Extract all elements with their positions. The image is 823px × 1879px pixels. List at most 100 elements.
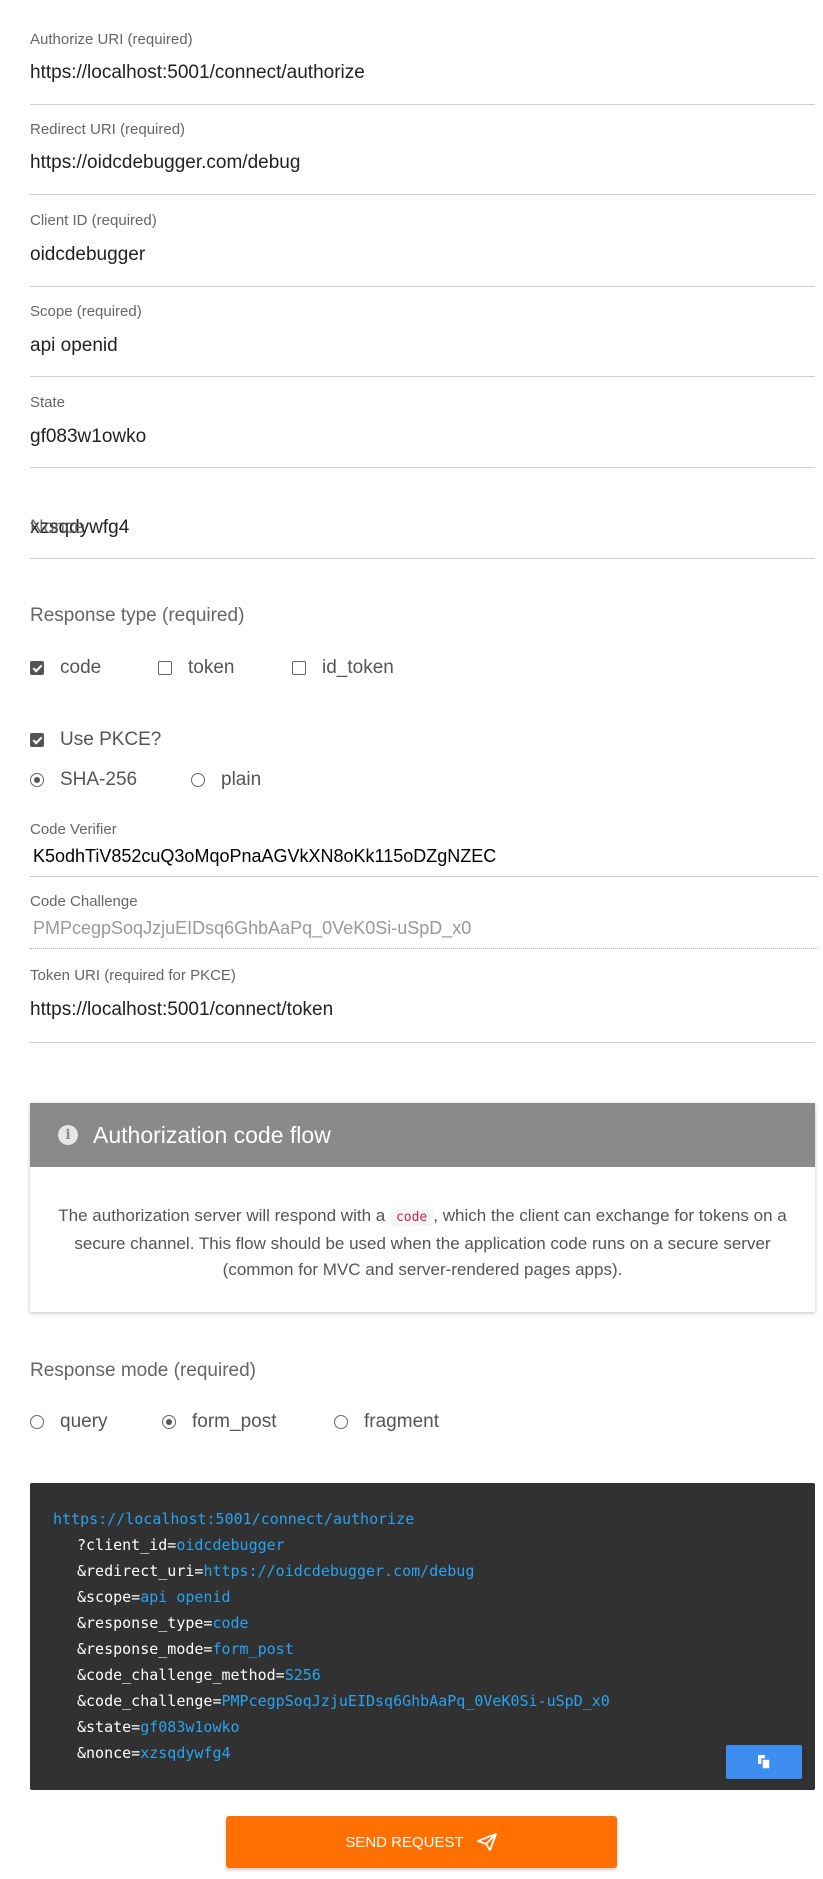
radio-selected-icon	[30, 773, 44, 787]
request-base-url: https://localhost:5001/connect/authorize	[53, 1510, 415, 1528]
param-value: https://oidcdebugger.com/debug	[203, 1562, 475, 1580]
response-mode-form-post-label: form_post	[192, 1411, 277, 1432]
info-icon: i	[58, 1125, 78, 1145]
send-request-button[interactable]: SEND REQUEST	[226, 1816, 617, 1868]
param-key: &code_challenge=	[77, 1692, 222, 1710]
param-key: &nonce=	[77, 1744, 141, 1762]
pkce-sha256-label: SHA-256	[60, 769, 138, 790]
redirect-uri-input[interactable]: https://oidcdebugger.com/debug	[30, 152, 300, 174]
request-param-line: &code_challenge=PMPcegpSoqJzjuEIDsq6GhbA…	[77, 1692, 610, 1710]
flow-info-text-part: secure channel. This flow should be used…	[74, 1234, 771, 1253]
authorize-uri-input[interactable]: https://localhost:5001/connect/authorize	[30, 62, 365, 84]
response-mode-title: Response mode (required)	[30, 1360, 257, 1381]
param-value: PMPcegpSoqJzjuEIDsq6GhbAaPq_0VeK0Si-uSpD…	[221, 1692, 610, 1710]
flow-info-text: The authorization server will respond wi…	[30, 1167, 815, 1283]
checkbox-checked-icon	[30, 733, 44, 747]
response-type-token-checkbox[interactable]: token	[158, 657, 234, 679]
response-mode-fragment-label: fragment	[364, 1411, 439, 1432]
response-mode-query-label: query	[60, 1411, 108, 1432]
radio-unselected-icon	[334, 1415, 348, 1429]
response-type-code-label: code	[60, 657, 102, 678]
checkbox-checked-icon	[30, 661, 44, 675]
flow-info-text-part: (common for MVC and server-rendered page…	[222, 1260, 623, 1279]
copy-button[interactable]	[726, 1745, 802, 1779]
radio-unselected-icon	[191, 773, 205, 787]
param-value: gf083w1owko	[140, 1718, 240, 1736]
flow-info-text-part: The authorization server will respond wi…	[58, 1206, 386, 1225]
response-type-code-checkbox[interactable]: code	[30, 657, 101, 679]
param-key: &state=	[77, 1718, 141, 1736]
flow-info-title: Authorization code flow	[93, 1121, 331, 1148]
request-param-line: ?client_id=oidcdebugger	[77, 1536, 285, 1554]
code-challenge-label: Code Challenge	[30, 893, 138, 910]
code-inline: code	[389, 1209, 434, 1226]
radio-selected-icon	[162, 1415, 176, 1429]
flow-info-card-header: i Authorization code flow	[30, 1103, 815, 1167]
state-input[interactable]: gf083w1owko	[30, 426, 146, 448]
client-id-field[interactable]: Client ID (required) oidcdebugger	[30, 203, 815, 287]
request-param-line: &state=gf083w1owko	[77, 1718, 240, 1736]
request-param-line: &redirect_uri=https://oidcdebugger.com/d…	[77, 1562, 474, 1580]
param-key: &response_type=	[77, 1614, 213, 1632]
request-param-line: &scope=api openid	[77, 1588, 231, 1606]
param-value: form_post	[212, 1640, 294, 1658]
paper-plane-icon	[476, 1832, 498, 1852]
token-uri-input[interactable]: https://localhost:5001/connect/token	[30, 999, 333, 1021]
state-field[interactable]: State gf083w1owko	[30, 385, 815, 468]
param-value: api openid	[140, 1588, 231, 1606]
pkce-plain-label: plain	[221, 769, 262, 790]
send-request-label: SEND REQUEST	[345, 1833, 464, 1851]
pkce-plain-radio[interactable]: plain	[191, 769, 261, 791]
code-challenge-value: PMPcegpSoqJzjuEIDsq6GhbAaPq_0VeK0Si-uSpD…	[33, 918, 472, 938]
code-challenge-field: Code Challenge PMPcegpSoqJzjuEIDsq6GhbAa…	[30, 888, 818, 949]
param-value: xzsqdywfg4	[140, 1744, 231, 1762]
response-type-id-token-label: id_token	[322, 657, 394, 678]
use-pkce-checkbox[interactable]: Use PKCE?	[30, 729, 161, 751]
code-verifier-input[interactable]: K5odhTiV852cuQ3oMqoPnaAGVkXN8oKk115oDZgN…	[33, 846, 496, 867]
flow-info-text-part: , which the client can exchange for toke…	[433, 1206, 787, 1225]
copy-icon	[758, 1755, 771, 1770]
param-key: &scope=	[77, 1588, 141, 1606]
response-type-token-label: token	[188, 657, 235, 678]
param-value: code	[212, 1614, 249, 1632]
checkbox-unchecked-icon	[158, 661, 172, 675]
authorize-uri-field[interactable]: Authorize URI (required) https://localho…	[30, 22, 815, 105]
request-url-codeblock: https://localhost:5001/connect/authorize…	[30, 1483, 815, 1790]
code-verifier-field[interactable]: Code Verifier K5odhTiV852cuQ3oMqoPnaAGVk…	[30, 816, 818, 877]
request-param-line: &response_type=code	[77, 1614, 249, 1632]
client-id-label: Client ID (required)	[30, 212, 157, 229]
request-param-line: &response_mode=form_post	[77, 1640, 294, 1658]
authorize-uri-label: Authorize URI (required)	[30, 31, 193, 48]
state-label: State	[30, 394, 66, 411]
param-key: &redirect_uri=	[77, 1562, 204, 1580]
redirect-uri-field[interactable]: Redirect URI (required) https://oidcdebu…	[30, 112, 815, 195]
scope-field[interactable]: Scope (required) api openid	[30, 294, 815, 377]
pkce-sha256-radio[interactable]: SHA-256	[30, 769, 137, 791]
nonce-field[interactable]: xzsqdywfg4 Nonce	[30, 476, 815, 559]
response-mode-form-post-radio[interactable]: form_post	[162, 1411, 276, 1433]
client-id-input[interactable]: oidcdebugger	[30, 244, 145, 266]
code-verifier-label: Code Verifier	[30, 821, 117, 838]
token-uri-field[interactable]: Token URI (required for PKCE) https://lo…	[30, 960, 815, 1043]
response-mode-query-radio[interactable]: query	[30, 1411, 108, 1433]
param-value: S256	[284, 1666, 321, 1684]
param-key: ?client_id=	[77, 1536, 177, 1554]
response-type-id-token-checkbox[interactable]: id_token	[292, 657, 394, 679]
radio-unselected-icon	[30, 1415, 44, 1429]
request-param-line: &nonce=xzsqdywfg4	[77, 1744, 231, 1762]
use-pkce-label: Use PKCE?	[60, 729, 162, 750]
token-uri-label: Token URI (required for PKCE)	[30, 967, 236, 984]
flow-info-card: i Authorization code flow The authorizat…	[30, 1103, 815, 1312]
param-value: oidcdebugger	[176, 1536, 285, 1554]
scope-input[interactable]: api openid	[30, 335, 118, 357]
nonce-floating-label: Nonce	[30, 517, 85, 538]
scope-label: Scope (required)	[30, 303, 142, 320]
response-mode-fragment-radio[interactable]: fragment	[334, 1411, 439, 1433]
param-key: &response_mode=	[77, 1640, 213, 1658]
request-param-line: &code_challenge_method=S256	[77, 1666, 321, 1684]
response-type-title: Response type (required)	[30, 605, 245, 626]
redirect-uri-label: Redirect URI (required)	[30, 121, 186, 138]
oidc-debugger-form: Authorize URI (required) https://localho…	[0, 0, 823, 1879]
checkbox-unchecked-icon	[292, 661, 306, 675]
param-key: &code_challenge_method=	[77, 1666, 285, 1684]
